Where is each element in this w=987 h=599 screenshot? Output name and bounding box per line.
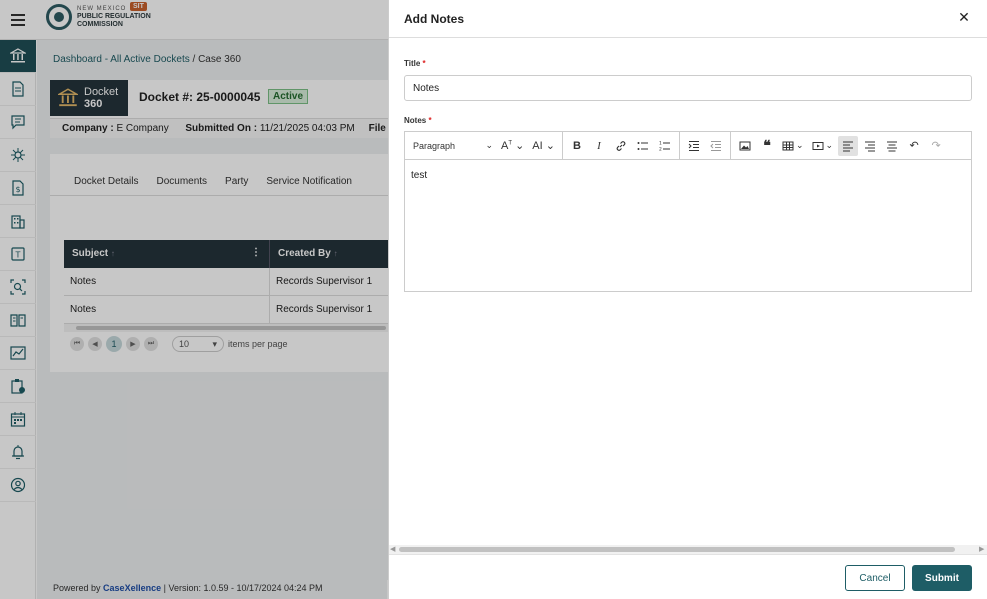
title-input[interactable]: [404, 75, 972, 101]
insert-table-button[interactable]: ⌄: [779, 136, 807, 156]
bulleted-list-icon: [637, 141, 648, 150]
modal-backdrop[interactable]: [0, 0, 388, 599]
svg-text:2: 2: [659, 146, 662, 152]
numbered-list-button[interactable]: 12: [655, 136, 675, 156]
paragraph-style-select[interactable]: Paragraph ⌄: [409, 136, 497, 156]
undo-icon: ↶: [909, 140, 919, 152]
link-icon: [616, 140, 626, 151]
toolbar-divider: [678, 131, 680, 160]
image-icon: [739, 141, 751, 150]
bold-icon: B: [572, 139, 581, 152]
chevron-down-icon: ⌄: [485, 140, 493, 150]
scroll-right-icon[interactable]: ▶: [979, 545, 984, 553]
cancel-button[interactable]: Cancel: [845, 565, 905, 591]
redo-icon: ↷: [931, 140, 941, 152]
font-family-button[interactable]: AI ⌄: [529, 136, 558, 156]
toolbar-divider: [561, 131, 563, 160]
bulleted-list-button[interactable]: [633, 136, 653, 156]
italic-icon: I: [597, 139, 601, 152]
align-left-button[interactable]: [838, 135, 859, 156]
required-marker: *: [428, 116, 432, 125]
outdent-button[interactable]: [706, 136, 726, 156]
insert-image-button[interactable]: [735, 136, 755, 156]
outdent-icon: [710, 140, 721, 151]
align-left-icon: [843, 141, 854, 151]
modal-footer: Cancel Submit: [389, 554, 987, 599]
align-center-button[interactable]: [882, 136, 902, 156]
toolbar-divider: [729, 131, 731, 160]
align-center-icon: [887, 141, 898, 151]
bold-button[interactable]: B: [567, 136, 587, 156]
undo-button[interactable]: ↶: [904, 136, 924, 156]
svg-text:1: 1: [659, 140, 662, 146]
add-notes-drawer: Add Notes ✕ Title * Notes * Paragraph ⌄ A…: [388, 0, 987, 599]
table-icon: [782, 141, 794, 150]
scroll-left-icon[interactable]: ◀: [390, 545, 395, 553]
rich-text-editor: Paragraph ⌄ AT ⌄ AI ⌄ B I 12 ❝ ⌄ ⌄ ↶ ↷ t…: [404, 131, 972, 292]
link-button[interactable]: [611, 136, 631, 156]
align-right-icon: [865, 141, 876, 151]
modal-title: Add Notes: [404, 12, 464, 26]
numbered-list-icon: 12: [659, 140, 670, 152]
modal-header: Add Notes ✕: [389, 0, 987, 38]
notes-label-text: Notes: [404, 116, 427, 125]
editor-toolbar: Paragraph ⌄ AT ⌄ AI ⌄ B I 12 ❝ ⌄ ⌄ ↶ ↷: [405, 131, 971, 160]
notes-field-label: Notes *: [404, 116, 432, 125]
title-label-text: Title: [404, 59, 421, 68]
title-field-label: Title *: [404, 59, 426, 68]
media-icon: [812, 141, 824, 150]
indent-icon: [688, 140, 699, 151]
blockquote-button[interactable]: ❝: [757, 136, 777, 156]
notes-editor-content[interactable]: test: [405, 160, 971, 191]
insert-media-button[interactable]: ⌄: [809, 136, 837, 156]
align-right-button[interactable]: [860, 136, 880, 156]
chevron-down-icon: ⌄: [825, 140, 834, 150]
scrollbar-thumb[interactable]: [399, 547, 955, 552]
submit-button[interactable]: Submit: [912, 565, 972, 591]
required-marker: *: [422, 59, 426, 68]
chevron-down-icon: ⌄: [795, 140, 804, 150]
italic-button[interactable]: I: [589, 136, 609, 156]
font-family-icon: AI ⌄: [532, 140, 555, 152]
font-size-icon: AT ⌄: [501, 140, 525, 152]
drawer-horizontal-scrollbar[interactable]: ◀ ▶: [389, 545, 987, 554]
redo-button[interactable]: ↷: [926, 136, 946, 156]
close-icon[interactable]: ✕: [957, 10, 971, 24]
font-size-button[interactable]: AT ⌄: [498, 136, 527, 156]
indent-button[interactable]: [684, 136, 704, 156]
quote-icon: ❝: [763, 137, 771, 153]
paragraph-style-value: Paragraph: [413, 140, 456, 151]
